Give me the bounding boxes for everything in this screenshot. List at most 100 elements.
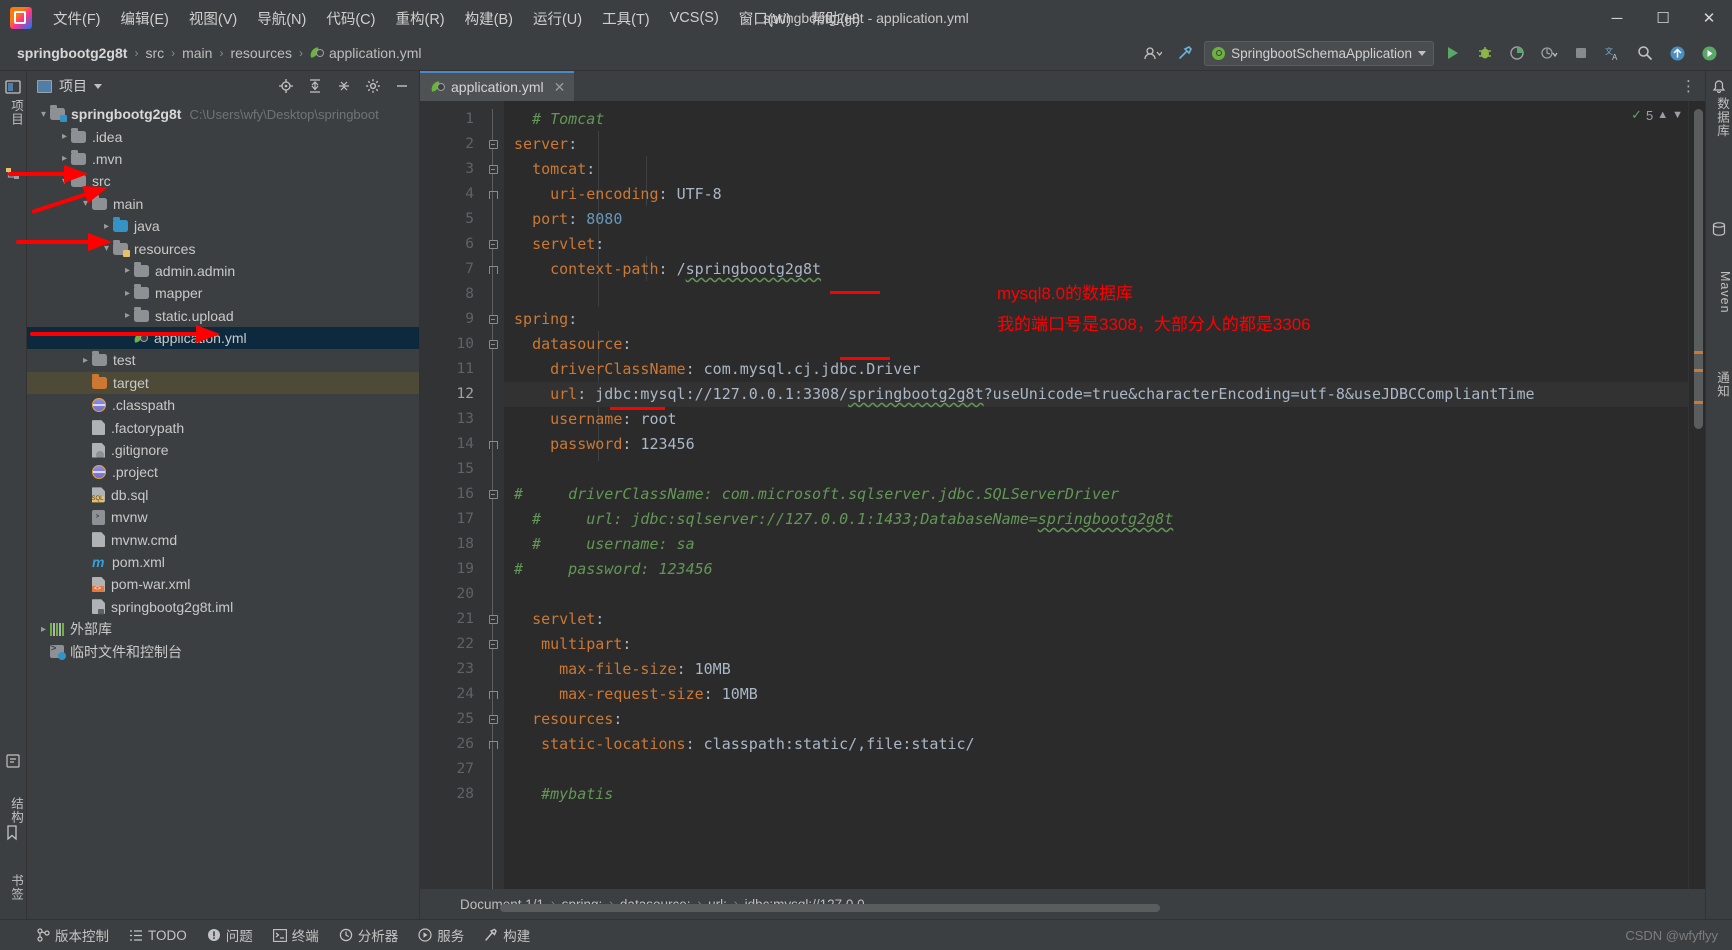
tree-node-scratches[interactable]: ▸ 临时文件和控制台 — [27, 640, 419, 662]
fold-marker[interactable] — [482, 182, 504, 207]
chevron-right-icon[interactable]: ▸ — [121, 287, 134, 300]
fold-collapse-icon[interactable] — [488, 240, 498, 249]
code-line[interactable]: server: — [504, 132, 1688, 157]
code-line[interactable] — [504, 757, 1688, 782]
code-line[interactable]: port: 8080 — [504, 207, 1688, 232]
build-hammer-icon[interactable] — [1172, 41, 1198, 65]
menu-item-tools[interactable]: 工具(T) — [593, 4, 659, 33]
editor-marker-bar[interactable] — [1688, 101, 1705, 889]
menu-item-build[interactable]: 构建(B) — [456, 4, 522, 33]
run-with-coverage-icon[interactable] — [1504, 41, 1530, 65]
code-line[interactable]: username: root — [504, 407, 1688, 432]
editor-options-icon[interactable]: ⋮ — [1681, 77, 1697, 95]
tree-node-db-sql[interactable]: ▸ SQL db.sql — [27, 484, 419, 506]
tab-application-yml[interactable]: application.yml ✕ — [420, 71, 575, 101]
chevron-right-icon[interactable]: ▸ — [37, 623, 50, 636]
project-tool-icon[interactable] — [5, 79, 21, 95]
fold-marker[interactable] — [482, 257, 504, 282]
structure-icon[interactable] — [5, 753, 21, 769]
tree-node-static-upload[interactable]: ▸ static.upload — [27, 305, 419, 327]
fold-collapse-icon[interactable] — [488, 615, 498, 624]
code-content[interactable]: # Tomcat server: tomcat: uri-encoding: UT… — [504, 101, 1688, 889]
ide-run-icon[interactable] — [1696, 41, 1722, 65]
code-line[interactable]: spring: — [504, 307, 1688, 332]
chevron-down-icon[interactable]: ▾ — [100, 242, 113, 255]
fold-marker[interactable] — [482, 632, 504, 657]
menu-item-window[interactable]: 窗口(W) — [730, 4, 800, 33]
tree-node-main[interactable]: ▾ main — [27, 193, 419, 215]
tree-node-mvnw[interactable]: ▸ > mvnw — [27, 506, 419, 528]
code-line[interactable]: # username: sa — [504, 532, 1688, 557]
code-line[interactable]: #mybatis — [504, 782, 1688, 807]
menu-item-navigate[interactable]: 导航(N) — [248, 4, 315, 33]
project-tree[interactable]: ▾ springbootg2g8t C:\Users\wfy\Desktop\s… — [27, 101, 419, 919]
breadcrumb-item-main[interactable]: main — [177, 43, 217, 63]
fold-collapse-icon[interactable] — [488, 140, 498, 149]
debug-icon[interactable] — [1472, 41, 1498, 65]
menu-item-help[interactable]: 帮助(H) — [802, 4, 869, 33]
profile-icon[interactable] — [1140, 41, 1166, 65]
fold-marker[interactable] — [482, 607, 504, 632]
fold-end-icon[interactable] — [488, 440, 498, 449]
chevron-down-icon[interactable]: ▼ — [1672, 109, 1683, 121]
menu-item-code[interactable]: 代码(C) — [317, 4, 384, 33]
tree-node-pom-war-xml[interactable]: ▸ <> pom-war.xml — [27, 573, 419, 595]
run-icon[interactable] — [1440, 41, 1466, 65]
fold-marker[interactable] — [482, 307, 504, 332]
code-line[interactable]: static-locations: classpath:static/,file… — [504, 732, 1688, 757]
editor-scrollbar-thumb[interactable] — [1694, 109, 1703, 429]
update-icon[interactable] — [1664, 41, 1690, 65]
fold-end-icon[interactable] — [488, 190, 498, 199]
menu-item-refactor[interactable]: 重构(R) — [386, 4, 453, 33]
bookmarks-icon[interactable] — [5, 825, 21, 841]
tree-node-target[interactable]: ▸ target — [27, 371, 419, 395]
menu-item-run[interactable]: 运行(U) — [524, 4, 591, 33]
code-line[interactable]: # Tomcat — [504, 107, 1688, 132]
menu-item-vcs[interactable]: VCS(S) — [661, 6, 728, 30]
code-line[interactable]: resources: — [504, 707, 1688, 732]
database-icon[interactable] — [1711, 221, 1727, 237]
fold-marker[interactable] — [482, 432, 504, 457]
minimize-button[interactable]: ─ — [1594, 0, 1640, 36]
fold-collapse-icon[interactable] — [488, 490, 498, 499]
fold-marker[interactable] — [482, 707, 504, 732]
tool-window-label-database[interactable]: 数据库 — [1706, 97, 1732, 138]
tree-node-java[interactable]: ▸ java — [27, 215, 419, 237]
breadcrumb-item-src[interactable]: src — [140, 43, 169, 63]
status-item-terminal[interactable]: 终端 — [272, 925, 319, 945]
fold-end-icon[interactable] — [488, 690, 498, 699]
fold-end-icon[interactable] — [488, 740, 498, 749]
search-icon[interactable] — [1632, 41, 1658, 65]
breadcrumb-item-file[interactable]: application.yml — [305, 43, 427, 63]
translate-icon[interactable]: 文A — [1600, 41, 1626, 65]
code-line[interactable]: multipart: — [504, 632, 1688, 657]
close-icon[interactable]: ✕ — [554, 79, 566, 96]
status-item-problems[interactable]: 问题 — [207, 925, 253, 945]
tree-node-mvnw-cmd[interactable]: ▸ mvnw.cmd — [27, 528, 419, 550]
tree-node-springbootg2g8t[interactable]: ▾ springbootg2g8t C:\Users\wfy\Desktop\s… — [27, 103, 419, 125]
fold-marker[interactable] — [482, 232, 504, 257]
hide-panel-icon[interactable] — [391, 75, 413, 97]
tool-window-label-maven[interactable]: Maven — [1706, 271, 1732, 314]
tree-node-mapper[interactable]: ▸ mapper — [27, 282, 419, 304]
tree-node-mvn[interactable]: ▸ .mvn — [27, 148, 419, 170]
fold-marker[interactable] — [482, 732, 504, 757]
code-line[interactable] — [504, 282, 1688, 307]
code-line[interactable]: driverClassName: com.mysql.cj.jdbc.Drive… — [504, 357, 1688, 382]
tree-node-src[interactable]: ▾ src — [27, 170, 419, 192]
tree-node-external-libraries[interactable]: ▸ 外部库 — [27, 618, 419, 640]
chevron-right-icon[interactable]: ▸ — [121, 309, 134, 322]
code-line[interactable]: password: 123456 — [504, 432, 1688, 457]
collapse-all-icon[interactable] — [333, 75, 355, 97]
fold-collapse-icon[interactable] — [488, 315, 498, 324]
fold-collapse-icon[interactable] — [488, 715, 498, 724]
tree-node-application-yml[interactable]: ▸ application.yml — [27, 326, 419, 350]
code-line[interactable]: uri-encoding: UTF-8 — [504, 182, 1688, 207]
tool-window-label-notifications[interactable]: 通知 — [1706, 371, 1732, 398]
tree-node-pom-xml[interactable]: ▸ m pom.xml — [27, 551, 419, 573]
tree-node-resources[interactable]: ▾ resources — [27, 237, 419, 259]
code-line[interactable]: servlet: — [504, 232, 1688, 257]
close-button[interactable]: ✕ — [1686, 0, 1732, 36]
status-item-services[interactable]: 服务 — [418, 925, 464, 945]
tree-node-factorypath[interactable]: ▸ .factorypath — [27, 416, 419, 438]
